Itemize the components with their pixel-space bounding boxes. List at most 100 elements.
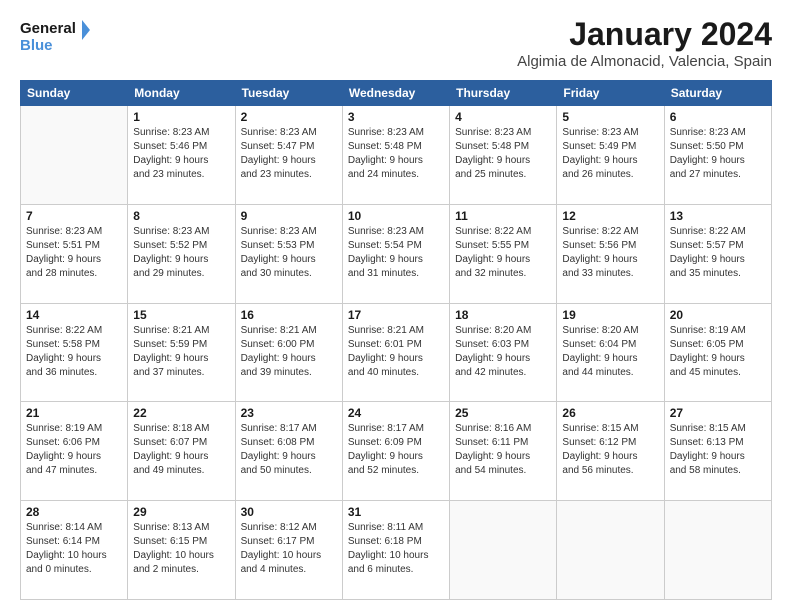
calendar-cell [557, 501, 664, 600]
day-info: Sunrise: 8:22 AM Sunset: 5:55 PM Dayligh… [455, 225, 551, 281]
calendar-cell: 28Sunrise: 8:14 AM Sunset: 6:14 PM Dayli… [21, 501, 128, 600]
header-row: Sunday Monday Tuesday Wednesday Thursday… [21, 81, 772, 106]
table-row: 1 Sunrise: 8:23 AM Sunset: 5:46 PM Daylig… [21, 106, 772, 205]
month-title: January 2024 [517, 16, 772, 53]
calendar-cell: 8 Sunrise: 8:23 AM Sunset: 5:52 PM Daylig… [128, 204, 235, 303]
day-number: 21 [26, 406, 122, 420]
day-number: 26 [562, 406, 658, 420]
calendar-cell: 6 Sunrise: 8:23 AM Sunset: 5:50 PM Daylig… [664, 106, 771, 205]
calendar-cell: 25 Sunrise: 8:16 AM Sunset: 6:11 PM Dayli… [450, 402, 557, 501]
day-number: 14 [26, 308, 122, 322]
day-number: 5 [562, 110, 658, 124]
calendar-cell: 11 Sunrise: 8:22 AM Sunset: 5:55 PM Dayli… [450, 204, 557, 303]
logo-svg: General Blue [20, 16, 90, 56]
calendar-cell: 27Sunrise: 8:15 AM Sunset: 6:13 PM Dayli… [664, 402, 771, 501]
day-info: Sunrise: 8:23 AM Sunset: 5:49 PM Dayligh… [562, 126, 658, 182]
day-info: Sunrise: 8:23 AM Sunset: 5:47 PM Dayligh… [241, 126, 337, 182]
calendar-cell: 21 Sunrise: 8:19 AM Sunset: 6:06 PM Dayli… [21, 402, 128, 501]
calendar-cell: 4Sunrise: 8:23 AM Sunset: 5:48 PM Daylig… [450, 106, 557, 205]
calendar-cell: 2Sunrise: 8:23 AM Sunset: 5:47 PM Daylig… [235, 106, 342, 205]
day-info: Sunrise: 8:19 AM Sunset: 6:05 PM Dayligh… [670, 324, 766, 380]
calendar-cell: 16 Sunrise: 8:21 AM Sunset: 6:00 PM Dayli… [235, 303, 342, 402]
calendar-table: Sunday Monday Tuesday Wednesday Thursday… [20, 80, 772, 600]
calendar-cell: 30Sunrise: 8:12 AM Sunset: 6:17 PM Dayli… [235, 501, 342, 600]
day-info: Sunrise: 8:21 AM Sunset: 6:00 PM Dayligh… [241, 324, 337, 380]
day-info: Sunrise: 8:21 AM Sunset: 6:01 PM Dayligh… [348, 324, 444, 380]
table-row: 14 Sunrise: 8:22 AM Sunset: 5:58 PM Dayli… [21, 303, 772, 402]
calendar-cell: 10 Sunrise: 8:23 AM Sunset: 5:54 PM Dayli… [342, 204, 449, 303]
day-number: 1 [133, 110, 229, 124]
day-info: Sunrise: 8:21 AM Sunset: 5:59 PM Dayligh… [133, 324, 229, 380]
svg-text:Blue: Blue [20, 37, 53, 54]
calendar-cell: 24Sunrise: 8:17 AM Sunset: 6:09 PM Dayli… [342, 402, 449, 501]
day-number: 22 [133, 406, 229, 420]
day-number: 24 [348, 406, 444, 420]
day-number: 13 [670, 209, 766, 223]
calendar-cell: 19Sunrise: 8:20 AM Sunset: 6:04 PM Dayli… [557, 303, 664, 402]
table-row: 7Sunrise: 8:23 AM Sunset: 5:51 PM Daylig… [21, 204, 772, 303]
logo: General Blue [20, 16, 90, 56]
title-block: January 2024 Algimia de Almonacid, Valen… [517, 16, 772, 70]
day-info: Sunrise: 8:23 AM Sunset: 5:53 PM Dayligh… [241, 225, 337, 281]
table-row: 28Sunrise: 8:14 AM Sunset: 6:14 PM Dayli… [21, 501, 772, 600]
col-monday: Monday [128, 81, 235, 106]
day-number: 8 [133, 209, 229, 223]
day-number: 28 [26, 505, 122, 519]
calendar-cell: 1 Sunrise: 8:23 AM Sunset: 5:46 PM Daylig… [128, 106, 235, 205]
day-number: 27 [670, 406, 766, 420]
day-info: Sunrise: 8:16 AM Sunset: 6:11 PM Dayligh… [455, 422, 551, 478]
day-info: Sunrise: 8:13 AM Sunset: 6:15 PM Dayligh… [133, 521, 229, 577]
calendar-cell: 13 Sunrise: 8:22 AM Sunset: 5:57 PM Dayli… [664, 204, 771, 303]
day-number: 20 [670, 308, 766, 322]
day-info: Sunrise: 8:17 AM Sunset: 6:08 PM Dayligh… [241, 422, 337, 478]
day-number: 11 [455, 209, 551, 223]
day-info: Sunrise: 8:15 AM Sunset: 6:12 PM Dayligh… [562, 422, 658, 478]
day-number: 6 [670, 110, 766, 124]
day-info: Sunrise: 8:23 AM Sunset: 5:48 PM Dayligh… [455, 126, 551, 182]
calendar-cell: 17 Sunrise: 8:21 AM Sunset: 6:01 PM Dayli… [342, 303, 449, 402]
calendar-cell: 14 Sunrise: 8:22 AM Sunset: 5:58 PM Dayli… [21, 303, 128, 402]
day-info: Sunrise: 8:23 AM Sunset: 5:46 PM Dayligh… [133, 126, 229, 182]
day-info: Sunrise: 8:22 AM Sunset: 5:57 PM Dayligh… [670, 225, 766, 281]
day-info: Sunrise: 8:12 AM Sunset: 6:17 PM Dayligh… [241, 521, 337, 577]
svg-text:General: General [20, 20, 76, 37]
day-number: 15 [133, 308, 229, 322]
page: General Blue January 2024 Algimia de Alm… [0, 0, 792, 612]
day-info: Sunrise: 8:22 AM Sunset: 5:58 PM Dayligh… [26, 324, 122, 380]
col-thursday: Thursday [450, 81, 557, 106]
day-number: 16 [241, 308, 337, 322]
day-info: Sunrise: 8:23 AM Sunset: 5:52 PM Dayligh… [133, 225, 229, 281]
day-number: 10 [348, 209, 444, 223]
day-number: 7 [26, 209, 122, 223]
day-number: 17 [348, 308, 444, 322]
calendar-cell: 31Sunrise: 8:11 AM Sunset: 6:18 PM Dayli… [342, 501, 449, 600]
day-number: 3 [348, 110, 444, 124]
table-row: 21 Sunrise: 8:19 AM Sunset: 6:06 PM Dayli… [21, 402, 772, 501]
day-number: 29 [133, 505, 229, 519]
col-sunday: Sunday [21, 81, 128, 106]
header: General Blue January 2024 Algimia de Alm… [20, 16, 772, 70]
calendar-cell: 20 Sunrise: 8:19 AM Sunset: 6:05 PM Dayli… [664, 303, 771, 402]
day-number: 9 [241, 209, 337, 223]
day-info: Sunrise: 8:18 AM Sunset: 6:07 PM Dayligh… [133, 422, 229, 478]
day-info: Sunrise: 8:23 AM Sunset: 5:54 PM Dayligh… [348, 225, 444, 281]
day-info: Sunrise: 8:20 AM Sunset: 6:03 PM Dayligh… [455, 324, 551, 380]
col-friday: Friday [557, 81, 664, 106]
col-saturday: Saturday [664, 81, 771, 106]
calendar-cell: 12Sunrise: 8:22 AM Sunset: 5:56 PM Dayli… [557, 204, 664, 303]
calendar-cell: 23 Sunrise: 8:17 AM Sunset: 6:08 PM Dayli… [235, 402, 342, 501]
calendar-cell: 7Sunrise: 8:23 AM Sunset: 5:51 PM Daylig… [21, 204, 128, 303]
day-info: Sunrise: 8:23 AM Sunset: 5:50 PM Dayligh… [670, 126, 766, 182]
day-info: Sunrise: 8:22 AM Sunset: 5:56 PM Dayligh… [562, 225, 658, 281]
location: Algimia de Almonacid, Valencia, Spain [517, 53, 772, 70]
day-number: 23 [241, 406, 337, 420]
day-info: Sunrise: 8:19 AM Sunset: 6:06 PM Dayligh… [26, 422, 122, 478]
day-number: 19 [562, 308, 658, 322]
day-number: 25 [455, 406, 551, 420]
col-wednesday: Wednesday [342, 81, 449, 106]
day-number: 31 [348, 505, 444, 519]
calendar-cell: 15 Sunrise: 8:21 AM Sunset: 5:59 PM Dayli… [128, 303, 235, 402]
calendar-cell: 3Sunrise: 8:23 AM Sunset: 5:48 PM Daylig… [342, 106, 449, 205]
calendar-cell [664, 501, 771, 600]
calendar-cell: 5 Sunrise: 8:23 AM Sunset: 5:49 PM Daylig… [557, 106, 664, 205]
